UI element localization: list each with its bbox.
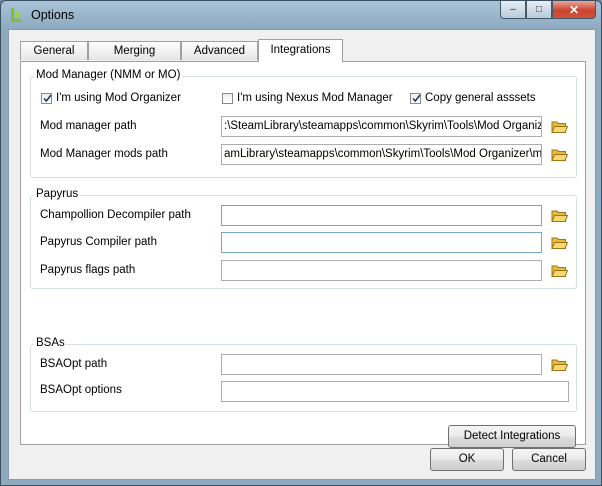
flags-path-input[interactable]	[221, 260, 542, 281]
checkbox-box	[222, 92, 233, 104]
folder-icon[interactable]	[551, 148, 568, 162]
close-icon: ✕	[568, 2, 580, 17]
using-mo-label: I'm using Mod Organizer	[56, 92, 181, 104]
check-icon	[412, 94, 421, 102]
using-mo-checkbox[interactable]: I'm using Mod Organizer	[41, 92, 181, 104]
maximize-button[interactable]: □	[526, 1, 552, 19]
tab-advanced[interactable]: Advanced	[181, 41, 258, 60]
flags-path-label: Papyrus flags path	[40, 264, 136, 276]
cancel-button[interactable]: Cancel	[512, 448, 586, 471]
decompiler-path-label: Champollion Decompiler path	[40, 209, 191, 221]
check-icon	[43, 94, 52, 102]
copy-assets-label: Copy general asssets	[425, 92, 536, 104]
detect-integrations-button[interactable]: Detect Integrations	[448, 425, 576, 448]
options-window: Options – □ ✕ General Merging Advanced I…	[0, 0, 602, 486]
mod-manager-group-label: Mod Manager (NMM or MO)	[34, 69, 183, 81]
copy-assets-checkbox[interactable]: Copy general asssets	[410, 92, 536, 104]
papyrus-group-label: Papyrus	[34, 188, 81, 200]
app-icon	[11, 8, 21, 22]
integrations-panel: Mod Manager (NMM or MO) I'm using Mod Or…	[20, 61, 586, 448]
window-title: Options	[31, 8, 75, 22]
mod-manager-mods-path-label: Mod Manager mods path	[40, 148, 168, 160]
compiler-path-input[interactable]	[221, 232, 542, 253]
decompiler-path-input[interactable]	[221, 205, 542, 226]
ok-button[interactable]: OK	[430, 448, 504, 471]
using-nmm-label: I'm using Nexus Mod Manager	[237, 92, 393, 104]
title-bar[interactable]: Options – □ ✕	[1, 1, 601, 29]
close-button[interactable]: ✕	[552, 1, 596, 19]
folder-icon[interactable]	[551, 358, 568, 372]
compiler-path-label: Papyrus Compiler path	[40, 236, 157, 248]
mod-manager-path-label: Mod manager path	[40, 120, 137, 132]
folder-icon[interactable]	[551, 120, 568, 134]
using-nmm-checkbox[interactable]: I'm using Nexus Mod Manager	[222, 92, 393, 104]
dialog-client: General Merging Advanced Integrations Mo…	[8, 29, 596, 480]
maximize-icon: □	[535, 4, 543, 15]
mod-manager-path-input[interactable]: :\SteamLibrary\steamapps\common\Skyrim\T…	[221, 116, 542, 137]
checkbox-box	[41, 92, 52, 104]
bsaopt-options-input[interactable]	[221, 381, 569, 402]
tab-integrations[interactable]: Integrations	[258, 39, 343, 62]
bsaopt-path-label: BSAOpt path	[40, 358, 108, 370]
bsaopt-options-label: BSAOpt options	[40, 384, 122, 396]
folder-icon[interactable]	[551, 236, 568, 250]
folder-icon[interactable]	[551, 264, 568, 278]
checkbox-box	[410, 92, 421, 104]
mod-manager-mods-path-input[interactable]: amLibrary\steamapps\common\Skyrim\Tools\…	[221, 144, 542, 165]
tab-merging[interactable]: Merging	[88, 41, 181, 60]
minimize-icon: –	[510, 4, 516, 15]
bsaopt-path-input[interactable]	[221, 354, 542, 375]
bsas-group-label: BSAs	[34, 337, 67, 349]
minimize-button[interactable]: –	[500, 1, 526, 19]
folder-icon[interactable]	[551, 209, 568, 223]
tab-general[interactable]: General	[20, 41, 88, 60]
